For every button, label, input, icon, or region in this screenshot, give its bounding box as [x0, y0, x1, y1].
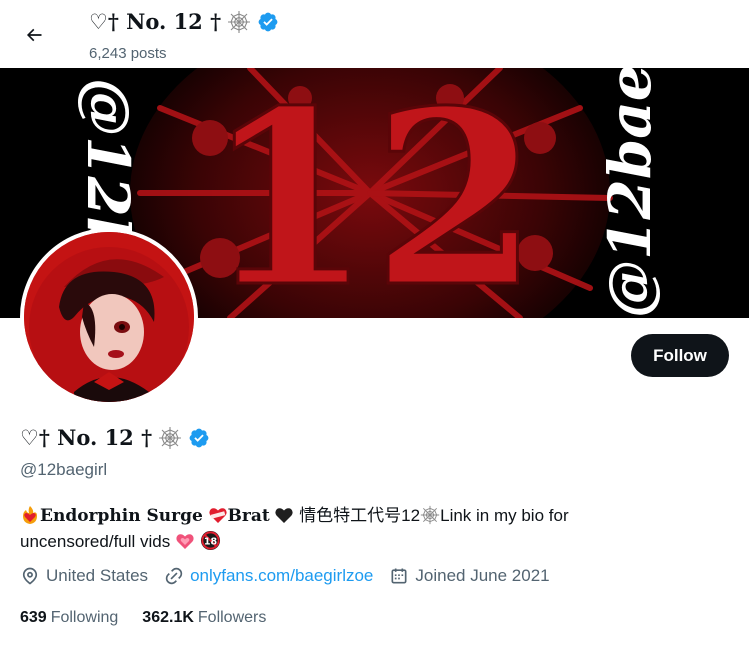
follow-button[interactable]: Follow	[631, 334, 729, 377]
bio-text-5: uncensored/full vids	[20, 532, 171, 551]
link-icon	[165, 567, 183, 585]
location-pin-icon	[22, 567, 38, 585]
location-item: United States	[20, 566, 148, 586]
verified-badge-icon	[258, 12, 278, 31]
banner-watermark-right: @12baegirl	[596, 68, 664, 318]
growing-heart-icon	[176, 534, 194, 549]
header-title: ♡† No. 12 †	[89, 9, 279, 34]
black-heart-icon	[275, 508, 294, 523]
bio-text-3: 情色特工代号12	[299, 506, 421, 525]
calendar-icon	[391, 568, 407, 584]
avatar[interactable]	[24, 232, 194, 402]
svg-text:18: 18	[204, 536, 218, 547]
website-link[interactable]: onlyfans.com/baegirlzoe	[190, 566, 373, 586]
header-display-name: ♡† No. 12 †	[89, 9, 222, 34]
spider-web-icon	[228, 10, 251, 33]
back-button[interactable]	[17, 18, 51, 52]
bio-text-1: Endorphin Surge	[40, 506, 203, 526]
heart-on-fire-icon	[23, 506, 37, 524]
banner-number: 12	[205, 68, 539, 318]
location-text: United States	[46, 566, 149, 585]
following-link[interactable]: 639 Following	[20, 609, 118, 627]
avatar-frame[interactable]	[20, 228, 198, 406]
post-count: 6,243 posts	[89, 45, 167, 62]
following-label: Following	[50, 609, 119, 626]
spider-web-icon	[420, 505, 440, 525]
profile-handle: @12baegirl	[20, 460, 108, 479]
website-item: onlyfans.com/baegirlzoe	[164, 566, 373, 586]
following-count: 639	[20, 609, 47, 626]
followers-count: 362.1K	[142, 609, 194, 626]
mending-heart-icon	[208, 508, 227, 523]
joined-item: Joined June 2021	[389, 566, 550, 586]
bio-text-2: Brat	[227, 506, 270, 526]
no-one-under-eighteen-icon: 18	[200, 530, 220, 551]
followers-label: Followers	[197, 609, 267, 626]
profile-meta: United States onlyfans.com/baegirlzoe Jo…	[20, 566, 566, 586]
spider-web-icon	[159, 426, 182, 449]
profile-header-bar: ♡† No. 12 † 6,243 posts	[0, 0, 749, 68]
profile-name-row: ♡† No. 12 †	[20, 425, 210, 450]
followers-link[interactable]: 362.1K Followers	[142, 609, 266, 627]
profile-bio: Endorphin Surge Brat 情色特工代号12 Link in my…	[20, 503, 720, 555]
profile-display-name: ♡† No. 12 †	[20, 425, 153, 450]
joined-text: Joined June 2021	[415, 566, 550, 585]
arrow-left-icon	[26, 28, 42, 42]
profile-stats: 639 Following 362.1K Followers	[20, 609, 290, 627]
bio-text-4: Link in my bio for	[440, 506, 569, 525]
verified-badge-icon[interactable]	[188, 427, 210, 449]
